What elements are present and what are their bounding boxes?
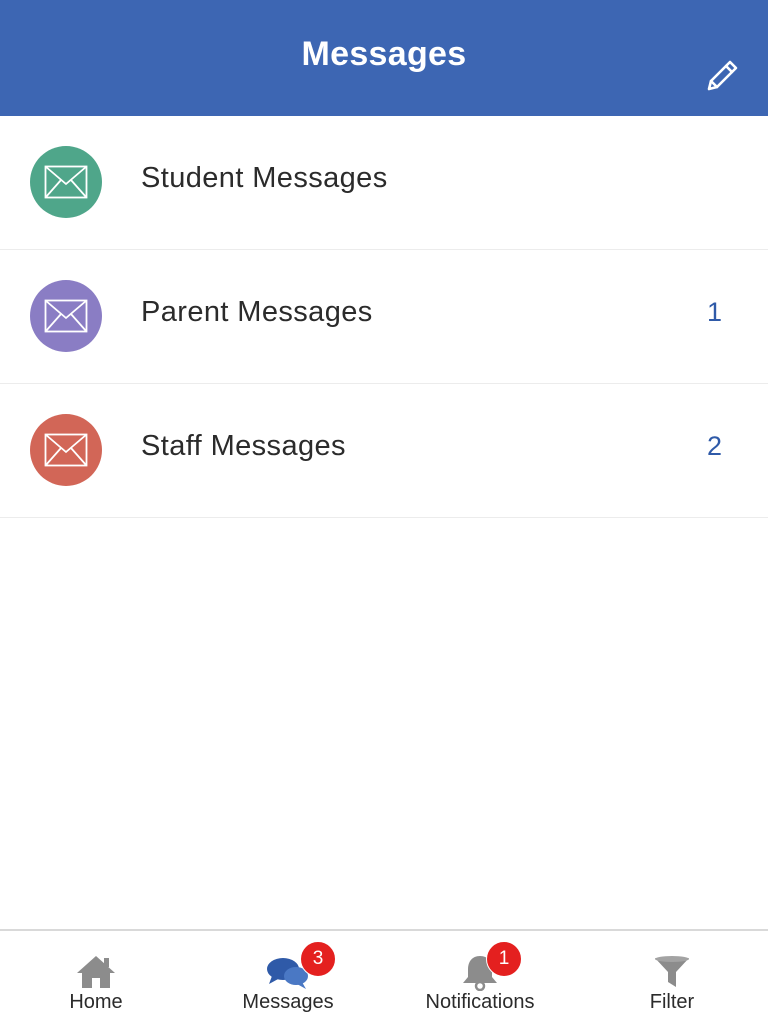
tab-notifications[interactable]: 1 Notifications (384, 931, 576, 1024)
list-item-student-messages[interactable]: Student Messages (0, 116, 768, 250)
app-header: Messages (0, 0, 768, 116)
messages-badge: 3 (300, 941, 336, 977)
funnel-icon (650, 953, 694, 991)
notifications-badge: 1 (486, 941, 522, 977)
list-item-label: Staff Messages (141, 430, 346, 462)
tab-label: Notifications (425, 991, 535, 1013)
home-icon (74, 953, 118, 991)
page-title: Messages (301, 34, 467, 73)
tab-filter[interactable]: Filter (576, 931, 768, 1024)
unread-count: 2 (706, 431, 722, 461)
tab-label: Messages (242, 991, 334, 1013)
tab-label: Home (69, 991, 123, 1013)
list-item-staff-messages[interactable]: Staff Messages 2 (0, 384, 768, 518)
envelope-icon (44, 165, 88, 199)
student-messages-avatar (30, 146, 102, 218)
parent-messages-avatar (30, 280, 102, 352)
list-item-parent-messages[interactable]: Parent Messages 1 (0, 250, 768, 384)
pencil-icon (707, 60, 738, 91)
message-category-list: Student Messages Parent Messages 1 Staff… (0, 116, 768, 518)
list-item-label: Parent Messages (141, 296, 373, 328)
bottom-tab-bar: Home 3 Messages 1 Notifications Filter (0, 929, 768, 1024)
envelope-icon (44, 299, 88, 333)
tab-label: Filter (649, 991, 695, 1013)
envelope-icon (44, 433, 88, 467)
compose-button[interactable] (702, 56, 742, 96)
unread-count: 1 (706, 297, 722, 327)
tab-messages[interactable]: 3 Messages (192, 931, 384, 1024)
list-item-label: Student Messages (141, 162, 388, 194)
staff-messages-avatar (30, 414, 102, 486)
tab-home[interactable]: Home (0, 931, 192, 1024)
